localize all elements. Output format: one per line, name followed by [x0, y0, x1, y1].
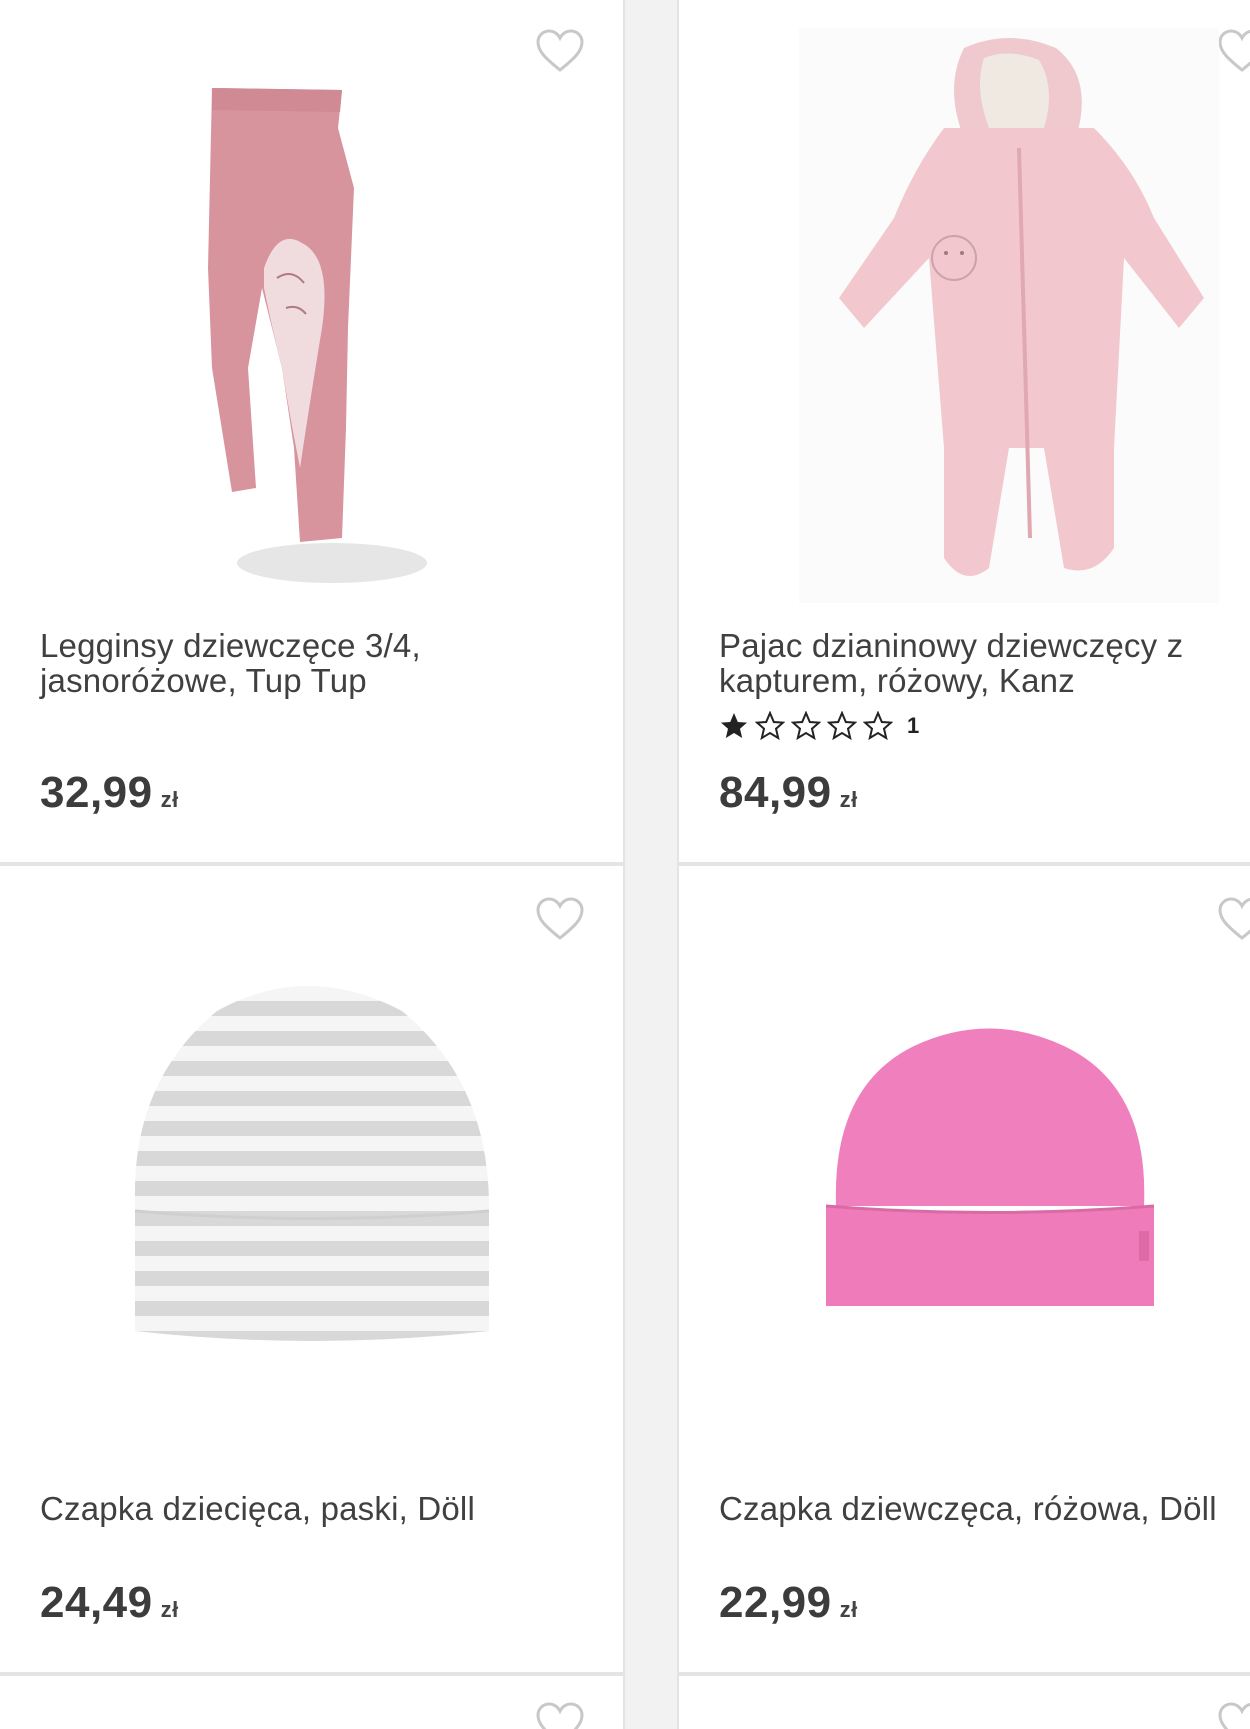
price-currency: zł	[839, 787, 858, 812]
product-title-line: Czapka dziecięca, paski, Döll	[40, 1490, 475, 1527]
product-title[interactable]: Pajac dzianinowy dziewczęcy z kapturem, …	[719, 628, 1245, 698]
star-outline-icon	[827, 711, 857, 741]
star-outline-icon	[863, 711, 893, 741]
rating-count: 1	[907, 713, 920, 738]
pink-hat-image[interactable]	[814, 1016, 1164, 1306]
product-price: 24,49 zł	[40, 1578, 179, 1628]
striped-hat-image[interactable]	[117, 971, 507, 1351]
product-title[interactable]: Czapka dziecięca, paski, Döll	[40, 1491, 593, 1526]
product-price: 22,99 zł	[719, 1578, 858, 1628]
heart-icon[interactable]	[535, 1701, 585, 1729]
price-value: 24,49	[40, 1578, 153, 1627]
product-title[interactable]: Legginsy dziewczęce 3/4, jasnoróżowe, Tu…	[40, 628, 593, 698]
product-card-partial[interactable]	[677, 1674, 1250, 1729]
price-value: 22,99	[719, 1578, 832, 1627]
product-grid: Legginsy dziewczęce 3/4, jasnoróżowe, Tu…	[0, 0, 1250, 1729]
price-value: 32,99	[40, 768, 153, 817]
product-card-striped-hat[interactable]: Czapka dziecięca, paski, Döll 24,49 zł	[0, 864, 625, 1674]
product-title[interactable]: Czapka dziewczęca, różowa, Döll	[719, 1491, 1245, 1526]
product-card-partial[interactable]	[0, 1674, 625, 1729]
heart-icon[interactable]	[1217, 896, 1250, 942]
pink-leggings-image[interactable]	[182, 68, 442, 588]
product-card-pink-hat[interactable]: Czapka dziewczęca, różowa, Döll 22,99 zł	[677, 864, 1250, 1674]
star-filled-icon	[721, 713, 747, 738]
product-card-leggings[interactable]: Legginsy dziewczęce 3/4, jasnoróżowe, Tu…	[0, 0, 625, 864]
price-value: 84,99	[719, 768, 832, 817]
product-title-line: kapturem, różowy, Kanz	[719, 662, 1075, 699]
product-price: 32,99 zł	[40, 768, 179, 818]
product-price: 84,99 zł	[719, 768, 858, 818]
heart-icon[interactable]	[1217, 1701, 1250, 1729]
pink-onesie-image[interactable]	[794, 28, 1224, 608]
product-title-line: jasnoróżowe, Tup Tup	[40, 662, 367, 699]
price-currency: zł	[839, 1597, 858, 1622]
price-currency: zł	[160, 1597, 179, 1622]
star-outline-icon	[791, 711, 821, 741]
price-currency: zł	[160, 787, 179, 812]
product-title-line: Czapka dziewczęca, różowa, Döll	[719, 1490, 1217, 1527]
product-rating: 1	[719, 711, 919, 741]
heart-icon[interactable]	[535, 28, 585, 74]
product-title-line: Legginsy dziewczęce 3/4,	[40, 627, 421, 664]
star-outline-icon	[755, 711, 785, 741]
product-title-line: Pajac dzianinowy dziewczęcy z	[719, 627, 1184, 664]
heart-icon[interactable]	[535, 896, 585, 942]
product-card-onesie[interactable]: Pajac dzianinowy dziewczęcy z kapturem, …	[677, 0, 1250, 864]
